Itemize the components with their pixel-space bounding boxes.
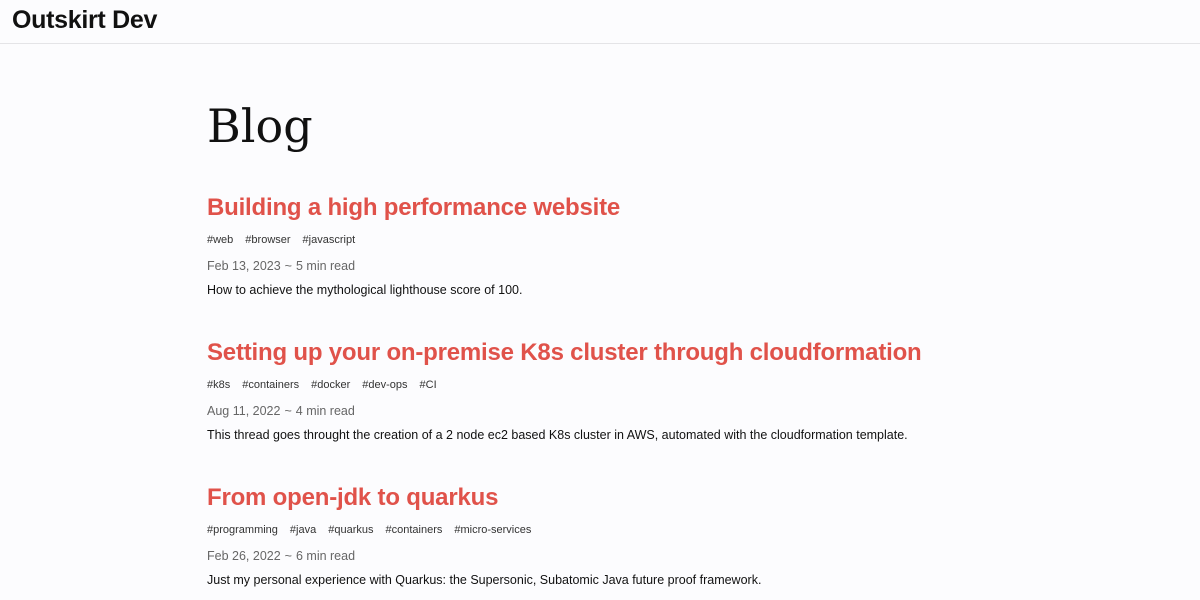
tag-link[interactable]: #containers (385, 523, 442, 537)
tag-link[interactable]: #java (290, 523, 316, 537)
post-date: Aug 11, 2022 (207, 404, 281, 418)
tag-link[interactable]: #k8s (207, 378, 230, 392)
tag-link[interactable]: #docker (311, 378, 350, 392)
post-meta: Feb 13, 2023 ~5 min read (207, 258, 355, 274)
post-date: Feb 13, 2023 (207, 259, 281, 273)
post-tags: #programming #java #quarkus #containers … (207, 523, 531, 537)
page-title: Blog (207, 99, 313, 153)
post-title-link[interactable]: Building a high performance website (207, 193, 1007, 223)
post-summary: Just my personal experience with Quarkus… (207, 573, 762, 587)
post-read-time: 6 min read (295, 549, 356, 563)
meta-separator: ~ (284, 549, 292, 563)
tag-link[interactable]: #CI (420, 378, 437, 392)
post-item: Setting up your on-premise K8s cluster t… (207, 338, 1007, 442)
post-meta: Aug 11, 2022 ~4 min read (207, 403, 355, 419)
post-tags: #web #browser #javascript (207, 233, 355, 247)
post-tags: #k8s #containers #docker #dev-ops #CI (207, 378, 437, 392)
post-title-link[interactable]: From open-jdk to quarkus (207, 483, 1007, 513)
tag-link[interactable]: #dev-ops (362, 378, 407, 392)
post-meta: Feb 26, 2022 ~6 min read (207, 548, 355, 564)
tag-link[interactable]: #micro-services (454, 523, 531, 537)
tag-link[interactable]: #quarkus (328, 523, 373, 537)
post-read-time: 5 min read (295, 259, 356, 273)
meta-separator: ~ (284, 404, 292, 418)
post-summary: This thread goes throught the creation o… (207, 428, 908, 442)
tag-link[interactable]: #web (207, 233, 233, 247)
site-logo-link[interactable]: Outskirt Dev (12, 4, 157, 36)
tag-link[interactable]: #containers (242, 378, 299, 392)
post-title-link[interactable]: Setting up your on-premise K8s cluster t… (207, 338, 1007, 368)
tag-link[interactable]: #javascript (303, 233, 356, 247)
meta-separator: ~ (284, 259, 292, 273)
tag-link[interactable]: #programming (207, 523, 278, 537)
post-item: Building a high performance website #web… (207, 193, 1007, 297)
post-read-time: 4 min read (295, 404, 355, 418)
post-date: Feb 26, 2022 (207, 549, 281, 563)
tag-link[interactable]: #browser (245, 233, 290, 247)
site-header: Outskirt Dev (0, 0, 1200, 44)
blog-main: Blog Building a high performance website… (207, 96, 1007, 587)
post-item: From open-jdk to quarkus #programming #j… (207, 483, 1007, 587)
post-summary: How to achieve the mythological lighthou… (207, 283, 523, 297)
